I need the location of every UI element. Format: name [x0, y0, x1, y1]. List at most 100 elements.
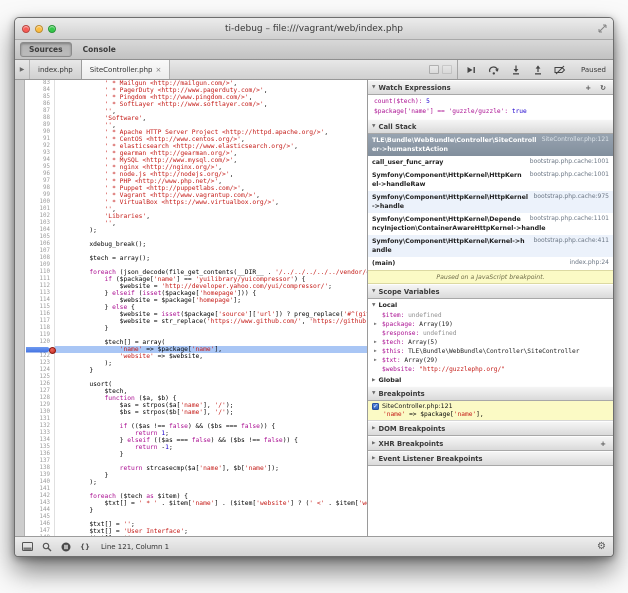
line-number-gutter[interactable]: 91 [25, 136, 55, 143]
line-number-gutter[interactable]: 83 [25, 80, 55, 87]
line-number-gutter[interactable]: 84 [25, 87, 55, 94]
line-number-gutter[interactable]: 93 [25, 150, 55, 157]
line-number-gutter[interactable]: 141 [25, 486, 55, 493]
line-number-gutter[interactable]: 134 [25, 437, 55, 444]
line-number-gutter[interactable]: 113 [25, 290, 55, 297]
call-stack-frame[interactable]: bootstrap.php.cache:1001Symfony\Componen… [368, 169, 613, 191]
line-number-gutter[interactable]: 110 [25, 269, 55, 276]
line-number-gutter[interactable]: 144 [25, 507, 55, 514]
line-number-gutter[interactable]: 96 [25, 171, 55, 178]
line-number-gutter[interactable]: 128 [25, 395, 55, 402]
console-drawer-icon[interactable] [22, 542, 33, 551]
fullscreen-icon[interactable] [598, 24, 607, 33]
line-number-gutter[interactable]: 85 [25, 94, 55, 101]
line-number-gutter[interactable]: 124 [25, 367, 55, 374]
code-editor[interactable]: 83 ' * Mailgun <http://mailgun.com/>',84… [15, 80, 368, 536]
scope-global-section[interactable]: ▶ Global [368, 374, 613, 386]
line-number-gutter[interactable]: 129 [25, 402, 55, 409]
line-number-gutter[interactable]: 103 [25, 220, 55, 227]
scope-variable-row[interactable]: ▶$txt: Array(29) [368, 356, 613, 365]
line-number-gutter[interactable]: 90 [25, 129, 55, 136]
watch-expression-row[interactable]: $package['name'] == 'guzzle/guzzle': tru… [368, 107, 613, 117]
call-stack-frame[interactable]: bootstrap.php.cache:975Symfony\Component… [368, 191, 613, 213]
line-number-gutter[interactable]: 100 [25, 199, 55, 206]
open-files-icon[interactable] [429, 65, 439, 74]
line-number-gutter[interactable]: 114 [25, 297, 55, 304]
refresh-watch-icon[interactable]: ↻ [597, 84, 609, 92]
line-number-gutter[interactable]: 101 [25, 206, 55, 213]
line-number-gutter[interactable]: 126 [25, 381, 55, 388]
line-number-gutter[interactable]: 133 [25, 430, 55, 437]
line-number-gutter[interactable]: 111 [25, 276, 55, 283]
call-stack-header[interactable]: ▼ Call Stack [368, 119, 613, 134]
file-tab-index.php[interactable]: index.php [30, 60, 82, 79]
line-number-gutter[interactable]: 148 [25, 535, 55, 536]
scope-variable-row[interactable]: $website: "http://guzzlephp.org/" [368, 365, 613, 374]
line-number-gutter[interactable]: 131 [25, 416, 55, 423]
line-number-gutter[interactable]: 146 [25, 521, 55, 528]
scope-local-section[interactable]: ▼ Local [368, 299, 613, 311]
line-number-gutter[interactable]: 145 [25, 514, 55, 521]
line-number-gutter[interactable]: 115 [25, 304, 55, 311]
line-number-gutter[interactable]: 139 [25, 472, 55, 479]
resume-button[interactable] [462, 62, 482, 77]
close-tab-icon[interactable]: × [155, 66, 161, 74]
disclosure-closed-icon[interactable]: ▶ [374, 338, 377, 347]
line-number-gutter[interactable]: 104 [25, 227, 55, 234]
add-watch-icon[interactable]: + [582, 84, 594, 92]
file-tab-sitecontroller.php[interactable]: SiteController.php× [81, 60, 171, 79]
call-stack-frame[interactable]: bootstrap.php.cache:411Symfony\Component… [368, 235, 613, 257]
line-number-gutter[interactable]: 102 [25, 213, 55, 220]
line-number-gutter[interactable]: 135 [25, 444, 55, 451]
line-number-gutter[interactable]: 108 [25, 255, 55, 262]
line-number-gutter[interactable]: 109 [25, 262, 55, 269]
line-number-gutter[interactable]: 118 [25, 325, 55, 332]
disclosure-closed-icon[interactable]: ▶ [374, 356, 377, 365]
line-number-gutter[interactable]: 132 [25, 423, 55, 430]
line-number-gutter[interactable]: 138 [25, 465, 55, 472]
step-into-button[interactable] [506, 62, 526, 77]
line-number-gutter[interactable]: 89 [25, 122, 55, 129]
zoom-window-icon[interactable] [48, 25, 56, 33]
title-bar[interactable]: ti-debug – file:///vagrant/web/index.php [15, 18, 613, 40]
breakpoint-item[interactable]: ✓SiteController.php:121'name' => $packag… [368, 401, 613, 421]
toolbar-tab-sources[interactable]: Sources [20, 42, 72, 57]
line-number-gutter[interactable]: 95 [25, 164, 55, 171]
line-number-gutter[interactable]: 99 [25, 192, 55, 199]
line-number-gutter[interactable]: 122 [25, 353, 55, 360]
watch-expressions-header[interactable]: ▼ Watch Expressions + ↻ [368, 80, 613, 95]
deactivate-breakpoints-button[interactable] [550, 62, 570, 77]
line-number-gutter[interactable]: 123 [25, 360, 55, 367]
call-stack-frame[interactable]: bootstrap.php.cache:1101Symfony\Componen… [368, 213, 613, 235]
step-out-button[interactable] [528, 62, 548, 77]
line-number-gutter[interactable]: 137 [25, 458, 55, 465]
line-number-gutter[interactable]: 86 [25, 101, 55, 108]
scope-variable-row[interactable]: $response: undefined [368, 329, 613, 338]
scope-variable-row[interactable]: ▶$this: TLE\Bundle\WebBundle\Controller\… [368, 347, 613, 356]
disclosure-closed-icon[interactable]: ▶ [374, 320, 377, 329]
scope-variable-row[interactable]: ▶$tech: Array(5) [368, 338, 613, 347]
breakpoint-checkbox[interactable]: ✓ [372, 403, 379, 410]
pause-on-exceptions-icon[interactable] [61, 542, 71, 552]
line-number-gutter[interactable]: 116 [25, 311, 55, 318]
xhr-breakpoints-header[interactable]: ▶ XHR Breakpoints + [368, 436, 613, 451]
file-navigator-toggle-icon[interactable]: ▶ [15, 60, 30, 79]
pretty-print-icon[interactable]: {} [80, 543, 90, 551]
line-number-gutter[interactable]: 117 [25, 318, 55, 325]
execution-pointer-gutter[interactable]: 121 [25, 346, 55, 353]
settings-gear-icon[interactable]: ⚙ [597, 542, 606, 552]
event-listener-breakpoints-header[interactable]: ▶ Event Listener Breakpoints [368, 451, 613, 466]
scope-variable-row[interactable]: ▶$package: Array(19) [368, 320, 613, 329]
line-number-gutter[interactable]: 88 [25, 115, 55, 122]
call-stack-frame[interactable]: index.php:24(main) [368, 257, 613, 270]
line-number-gutter[interactable]: 107 [25, 248, 55, 255]
line-number-gutter[interactable]: 140 [25, 479, 55, 486]
split-editor-icon[interactable] [442, 65, 452, 74]
scope-variable-row[interactable]: $item: undefined [368, 311, 613, 320]
line-number-gutter[interactable]: 120 [25, 339, 55, 346]
line-number-gutter[interactable]: 112 [25, 283, 55, 290]
line-number-gutter[interactable]: 130 [25, 409, 55, 416]
line-number-gutter[interactable]: 106 [25, 241, 55, 248]
line-number-gutter[interactable]: 119 [25, 332, 55, 339]
line-number-gutter[interactable]: 127 [25, 388, 55, 395]
